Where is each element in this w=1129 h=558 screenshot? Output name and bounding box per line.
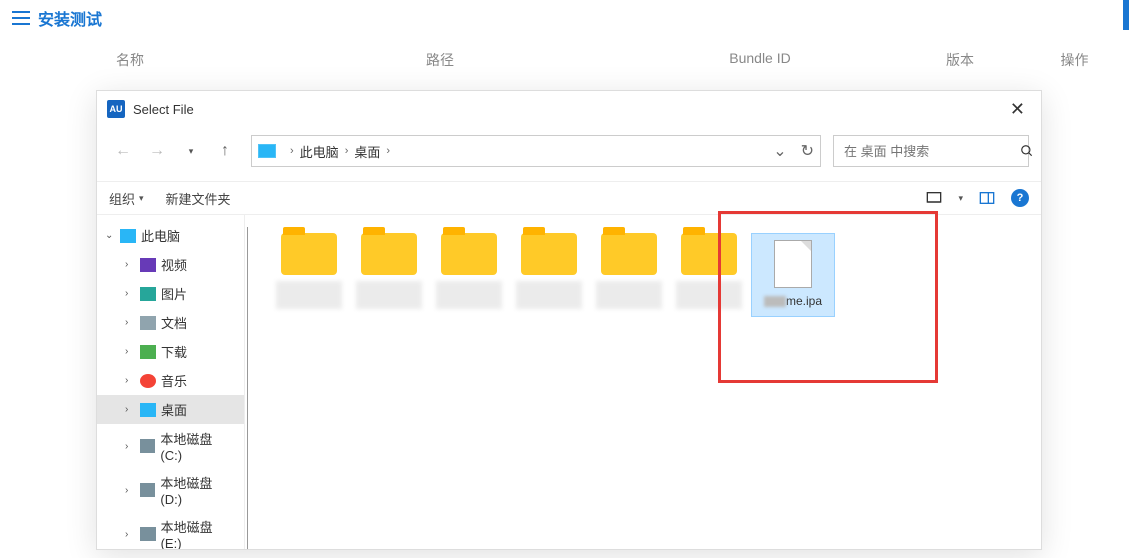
address-dropdown-icon[interactable]: ⌄	[773, 141, 786, 161]
folder-item[interactable]	[351, 233, 427, 317]
col-path: 路径	[260, 50, 620, 70]
search-input[interactable]	[844, 144, 1020, 159]
file-icon	[774, 240, 812, 288]
tree-item-drive-e[interactable]: ›本地磁盘 (E:)	[97, 512, 244, 549]
folder-icon	[521, 233, 577, 275]
folder-tree: ⌄此电脑 ›视频 ›图片 ›文档 ›下载 ›音乐 ›桌面 ›本地磁盘 (C:) …	[97, 215, 245, 549]
address-bar[interactable]: › 此电脑 › 桌面 › ⌄ ↻	[251, 135, 821, 167]
view-options-icon[interactable]	[926, 191, 942, 205]
tree-item-downloads[interactable]: ›下载	[97, 337, 244, 366]
app-badge-icon: AU	[107, 100, 125, 118]
tree-item-this-pc[interactable]: ⌄此电脑	[97, 221, 244, 250]
tree-item-drive-c[interactable]: ›本地磁盘 (C:)	[97, 424, 244, 468]
chevron-right-icon: ›	[290, 145, 294, 157]
expand-icon[interactable]: ›	[125, 485, 135, 496]
col-name: 名称	[0, 50, 260, 70]
folder-label-redacted	[356, 281, 422, 309]
tree-item-music[interactable]: ›音乐	[97, 366, 244, 395]
breadcrumb[interactable]: 桌面	[354, 142, 380, 161]
menu-icon[interactable]	[12, 11, 30, 25]
help-icon[interactable]: ?	[1011, 189, 1029, 207]
chevron-right-icon: ›	[386, 145, 390, 157]
folder-label-redacted	[436, 281, 502, 309]
nav-forward-button[interactable]: →	[143, 137, 171, 165]
folder-icon	[441, 233, 497, 275]
folder-item[interactable]	[591, 233, 667, 317]
folder-icon	[601, 233, 657, 275]
expand-icon[interactable]: ›	[125, 375, 135, 386]
folder-label-redacted	[276, 281, 342, 309]
col-version: 版本	[900, 50, 1020, 70]
nav-up-button[interactable]: ↑	[211, 137, 239, 165]
side-tab-indicator	[1123, 0, 1129, 30]
folder-icon	[681, 233, 737, 275]
expand-icon[interactable]: ›	[125, 529, 135, 540]
file-label: me.ipa	[764, 294, 822, 310]
nav-recent-dropdown[interactable]: ▾	[177, 137, 205, 165]
expand-icon[interactable]: ›	[125, 441, 135, 452]
tree-item-desktop[interactable]: ›桌面	[97, 395, 244, 424]
files-pane[interactable]: me.ipa	[251, 215, 1041, 549]
folder-icon	[281, 233, 337, 275]
expand-icon[interactable]: ›	[125, 404, 135, 415]
refresh-icon[interactable]: ↻	[801, 141, 814, 161]
col-operation: 操作	[1020, 50, 1129, 70]
dialog-title: Select File	[133, 102, 194, 117]
search-icon[interactable]	[1020, 144, 1034, 158]
app-title: 安装测试	[38, 6, 102, 30]
tree-item-drive-d[interactable]: ›本地磁盘 (D:)	[97, 468, 244, 512]
col-bundle: Bundle ID	[620, 50, 900, 70]
folder-label-redacted	[516, 281, 582, 309]
chevron-right-icon: ›	[345, 145, 349, 157]
tree-item-pictures[interactable]: ›图片	[97, 279, 244, 308]
table-header: 名称 路径 Bundle ID 版本 操作	[0, 36, 1129, 88]
folder-label-redacted	[676, 281, 742, 309]
file-item-ipa[interactable]: me.ipa	[751, 233, 835, 317]
folder-icon	[361, 233, 417, 275]
expand-icon[interactable]: ›	[125, 317, 135, 328]
file-dialog: AU Select File ✕ ← → ▾ ↑ › 此电脑 › 桌面 › ⌄ …	[96, 90, 1042, 550]
preview-pane-icon[interactable]	[979, 191, 995, 205]
collapse-icon[interactable]: ⌄	[105, 230, 115, 241]
breadcrumb[interactable]: 此电脑	[300, 142, 339, 161]
location-icon	[258, 144, 276, 158]
close-button[interactable]: ✕	[1004, 99, 1031, 120]
search-box[interactable]	[833, 135, 1029, 167]
folder-item[interactable]	[511, 233, 587, 317]
new-folder-button[interactable]: 新建文件夹	[166, 189, 231, 208]
tree-item-documents[interactable]: ›文档	[97, 308, 244, 337]
expand-icon[interactable]: ›	[125, 288, 135, 299]
folder-item[interactable]	[271, 233, 347, 317]
expand-icon[interactable]: ›	[125, 346, 135, 357]
organize-menu[interactable]: 组织▾	[109, 189, 144, 208]
folder-item[interactable]	[671, 233, 747, 317]
nav-back-button[interactable]: ←	[109, 137, 137, 165]
folder-label-redacted	[596, 281, 662, 309]
folder-item[interactable]	[431, 233, 507, 317]
expand-icon[interactable]: ›	[125, 259, 135, 270]
view-dropdown-icon[interactable]: ▾	[958, 193, 963, 204]
tree-item-videos[interactable]: ›视频	[97, 250, 244, 279]
